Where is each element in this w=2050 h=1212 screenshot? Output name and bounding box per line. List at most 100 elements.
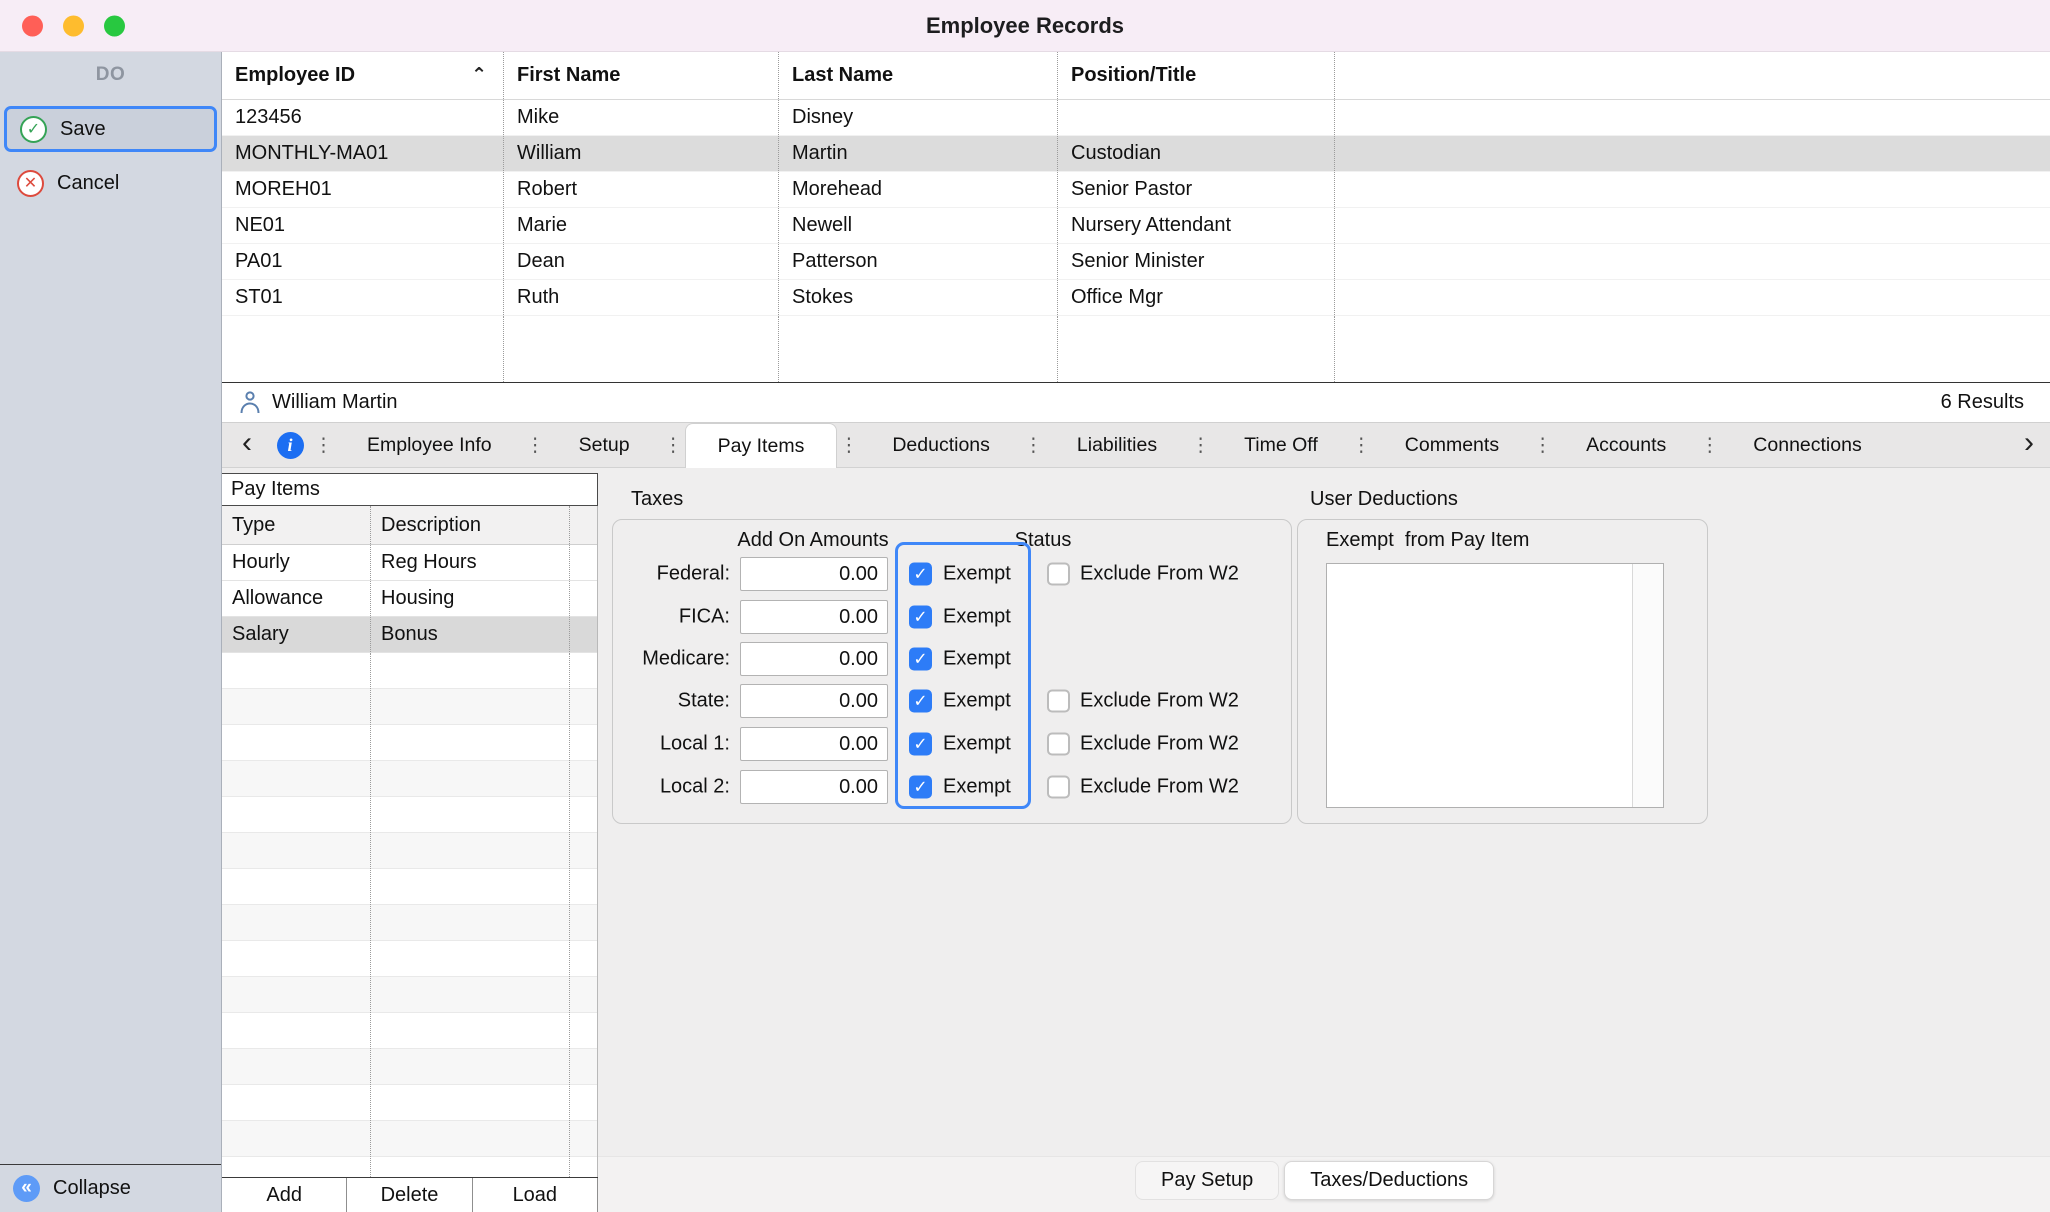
local1-exempt-checkbox[interactable]: [909, 733, 932, 756]
employee-table-header: Employee ID ⌃ First Name Last Name Posit…: [222, 52, 2050, 100]
tab-setup[interactable]: Setup: [547, 423, 662, 467]
drag-handle-icon[interactable]: ⋮: [837, 423, 860, 467]
taxes-group-box: Add On Amounts Status Federal: Exempt Ex…: [612, 519, 1292, 824]
pay-items-content: Pay Items Type Description Hourly Reg Ho…: [222, 468, 2050, 1212]
cell-description: Reg Hours: [370, 545, 569, 580]
local2-exempt-checkbox[interactable]: [909, 776, 932, 799]
employee-table-empty-area: [222, 316, 2050, 382]
cell-employee-id: MONTHLY-MA01: [222, 136, 503, 171]
table-row-selected[interactable]: MONTHLY-MA01 William Martin Custodian: [222, 136, 2050, 172]
col-header-first-name[interactable]: First Name: [503, 52, 778, 99]
tab-accounts[interactable]: Accounts: [1554, 423, 1698, 467]
cell-position: Nursery Attendant: [1057, 208, 1334, 243]
tab-taxes-deductions[interactable]: Taxes/Deductions: [1284, 1161, 1494, 1200]
tab-comments[interactable]: Comments: [1373, 423, 1531, 467]
zoom-window-button[interactable]: [104, 15, 125, 36]
add-button[interactable]: Add: [222, 1178, 347, 1212]
delete-button[interactable]: Delete: [347, 1178, 472, 1212]
state-exempt-checkbox[interactable]: [909, 690, 932, 713]
tab-time-off[interactable]: Time Off: [1212, 423, 1350, 467]
local2-exclude-w2-checkbox[interactable]: [1047, 776, 1070, 799]
sidebar-section-header: DO: [0, 64, 221, 86]
col-header-position[interactable]: Position/Title: [1057, 52, 1334, 99]
info-tab[interactable]: i: [268, 423, 312, 467]
drag-handle-icon[interactable]: ⋮: [1189, 423, 1212, 467]
table-row[interactable]: 123456 Mike Disney: [222, 100, 2050, 136]
federal-label: Federal:: [613, 563, 730, 586]
table-row[interactable]: NE01 Marie Newell Nursery Attendant: [222, 208, 2050, 244]
person-icon: [238, 390, 262, 416]
cell-last-name: Morehead: [778, 172, 1057, 207]
state-exclude-w2-checkbox[interactable]: [1047, 690, 1070, 713]
cell-employee-id: 123456: [222, 100, 503, 135]
tab-connections[interactable]: Connections: [1721, 423, 1893, 467]
cell-last-name: Newell: [778, 208, 1057, 243]
pay-items-panel: Pay Items Type Description Hourly Reg Ho…: [222, 473, 598, 1212]
cell-description: Bonus: [370, 617, 569, 652]
tab-deductions[interactable]: Deductions: [860, 423, 1022, 467]
drag-handle-icon[interactable]: ⋮: [1698, 423, 1721, 467]
list-item-selected[interactable]: Salary Bonus: [222, 617, 597, 653]
col-header-type[interactable]: Type: [222, 506, 370, 544]
cell-position: Senior Pastor: [1057, 172, 1334, 207]
user-deductions-group-box: Exempt from Pay Item: [1297, 519, 1708, 824]
cancel-button[interactable]: ✕ Cancel: [4, 160, 217, 206]
federal-amount-input[interactable]: [740, 557, 888, 591]
cell-first-name: Marie: [503, 208, 778, 243]
tab-liabilities[interactable]: Liabilities: [1045, 423, 1189, 467]
close-window-button[interactable]: [22, 15, 43, 36]
col-header-description[interactable]: Description: [370, 506, 569, 544]
federal-exempt-checkbox[interactable]: [909, 563, 932, 586]
cell-position: [1057, 100, 1334, 135]
col-header-last-name[interactable]: Last Name: [778, 52, 1057, 99]
table-row[interactable]: MOREH01 Robert Morehead Senior Pastor: [222, 172, 2050, 208]
local2-amount-input[interactable]: [740, 770, 888, 804]
table-row[interactable]: PA01 Dean Patterson Senior Minister: [222, 244, 2050, 280]
local1-amount-input[interactable]: [740, 727, 888, 761]
save-button[interactable]: ✓ Save: [4, 106, 217, 152]
fica-amount-input[interactable]: [740, 600, 888, 634]
minimize-window-button[interactable]: [63, 15, 84, 36]
list-item[interactable]: Hourly Reg Hours: [222, 545, 597, 581]
cell-position: Custodian: [1057, 136, 1334, 171]
tab-pay-items[interactable]: Pay Items: [685, 423, 838, 468]
pay-items-buttons: Add Delete Load: [222, 1177, 598, 1212]
save-button-label: Save: [60, 118, 106, 141]
drag-handle-icon[interactable]: ⋮: [524, 423, 547, 467]
drag-handle-icon[interactable]: ⋮: [1531, 423, 1554, 467]
drag-handle-icon[interactable]: ⋮: [1350, 423, 1373, 467]
tax-row-local2: Local 2: Exempt Exclude From W2: [613, 766, 1291, 808]
window-title: Employee Records: [926, 13, 1124, 39]
status-header: Status: [943, 529, 1143, 552]
drag-handle-icon[interactable]: ⋮: [312, 423, 335, 467]
load-button[interactable]: Load: [473, 1178, 598, 1212]
col-header-employee-id[interactable]: Employee ID ⌃: [222, 52, 503, 99]
local1-exclude-w2-checkbox[interactable]: [1047, 733, 1070, 756]
cell-employee-id: MOREH01: [222, 172, 503, 207]
chevron-right-icon[interactable]: ›: [2008, 423, 2050, 467]
chevron-left-icon[interactable]: ‹: [226, 423, 268, 467]
federal-exclude-w2-checkbox[interactable]: [1047, 563, 1070, 586]
collapse-chevrons-icon: «: [13, 1175, 40, 1202]
exempt-from-pay-item-listbox[interactable]: [1326, 563, 1664, 808]
exclude-w2-label: Exclude From W2: [1080, 563, 1239, 586]
table-row[interactable]: ST01 Ruth Stokes Office Mgr: [222, 280, 2050, 316]
tab-pay-setup[interactable]: Pay Setup: [1135, 1161, 1279, 1200]
cell-first-name: William: [503, 136, 778, 171]
collapse-button[interactable]: « Collapse: [0, 1164, 221, 1212]
tab-employee-info[interactable]: Employee Info: [335, 423, 524, 467]
listbox-scrollbar[interactable]: [1632, 564, 1663, 807]
state-amount-input[interactable]: [740, 684, 888, 718]
info-icon: i: [277, 432, 304, 459]
drag-handle-icon[interactable]: ⋮: [1022, 423, 1045, 467]
list-item[interactable]: Allowance Housing: [222, 581, 597, 617]
fica-exempt-checkbox[interactable]: [909, 606, 932, 629]
tax-row-medicare: Medicare: Exempt: [613, 638, 1291, 680]
local1-label: Local 1:: [613, 733, 730, 756]
drag-handle-icon[interactable]: ⋮: [662, 423, 685, 467]
cell-first-name: Ruth: [503, 280, 778, 315]
record-bar: William Martin 6 Results: [222, 382, 2050, 423]
traffic-lights: [22, 15, 125, 36]
medicare-amount-input[interactable]: [740, 642, 888, 676]
medicare-exempt-checkbox[interactable]: [909, 648, 932, 671]
